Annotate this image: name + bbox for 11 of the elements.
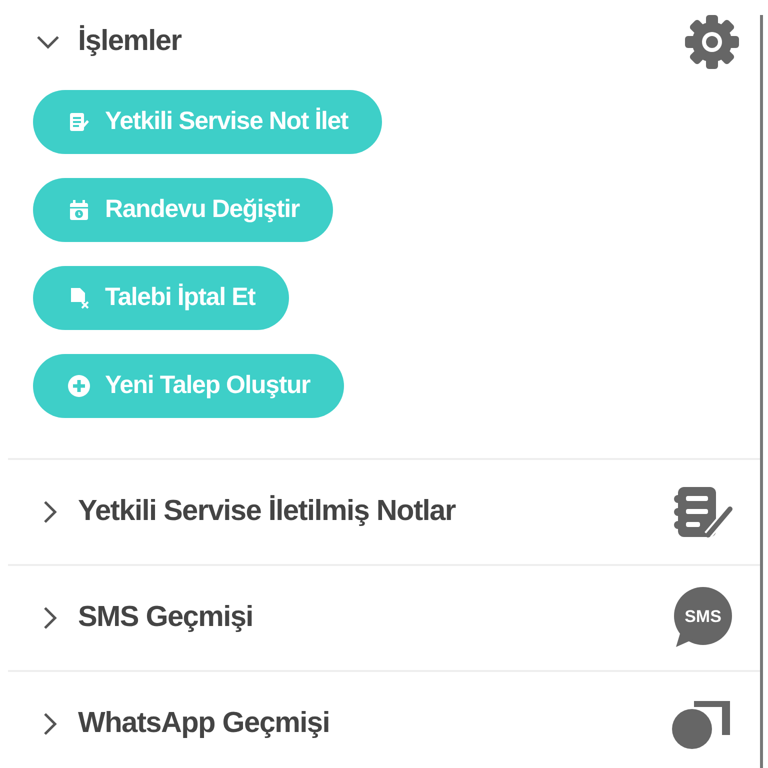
calendar-clock-icon xyxy=(67,198,91,222)
notepad-pencil-icon xyxy=(67,110,91,134)
section-title[interactable]: SMS Geçmişi xyxy=(78,596,658,640)
sms-bubble-icon xyxy=(674,587,732,647)
section-title[interactable]: Yetkili Servise İletilmiş Notlar xyxy=(78,490,658,534)
section-title[interactable]: İşlemler xyxy=(78,20,666,64)
settings-icon[interactable] xyxy=(682,12,742,72)
icon-text: SMS xyxy=(684,607,722,626)
plus-circle-icon xyxy=(67,374,91,398)
scrollbar[interactable] xyxy=(760,15,763,768)
section-title[interactable]: WhatsApp Geçmişi xyxy=(78,702,658,746)
